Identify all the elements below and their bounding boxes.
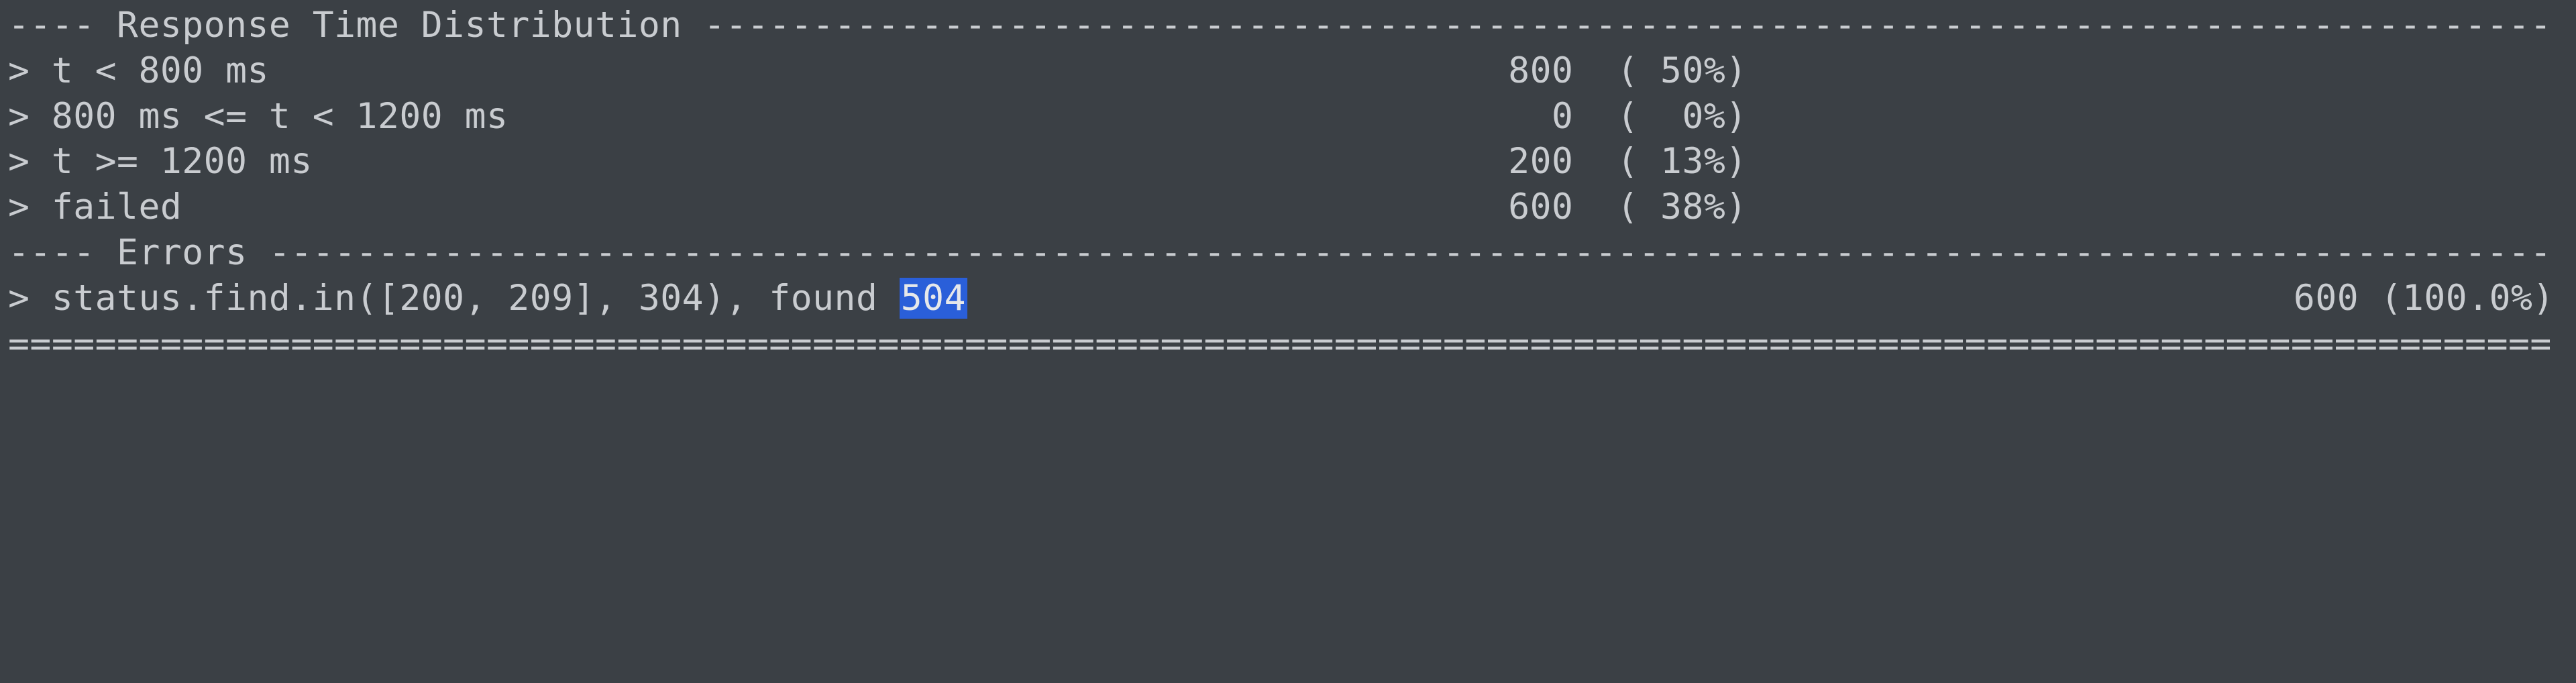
errors-row-0: > status.find.in([200, 209], 304), found… <box>8 276 2576 321</box>
rtd-row-gte-1200: > t >= 1200 ms 200 ( 13%) <box>8 139 2576 185</box>
section-header-errors: ---- Errors ----------------------------… <box>8 230 2576 276</box>
rtd-row-800-1200: > 800 ms <= t < 1200 ms 0 ( 0%) <box>8 94 2576 140</box>
error-found-code: 504 <box>900 278 967 319</box>
terminal-output: ---- Response Time Distribution --------… <box>0 0 2576 367</box>
rule-equals: ========================================… <box>8 321 2576 367</box>
section-header-rtd: ---- Response Time Distribution --------… <box>8 3 2576 48</box>
rtd-row-lt-800: > t < 800 ms 800 ( 50%) <box>8 48 2576 94</box>
rtd-row-failed: > failed 600 ( 38%) <box>8 185 2576 230</box>
